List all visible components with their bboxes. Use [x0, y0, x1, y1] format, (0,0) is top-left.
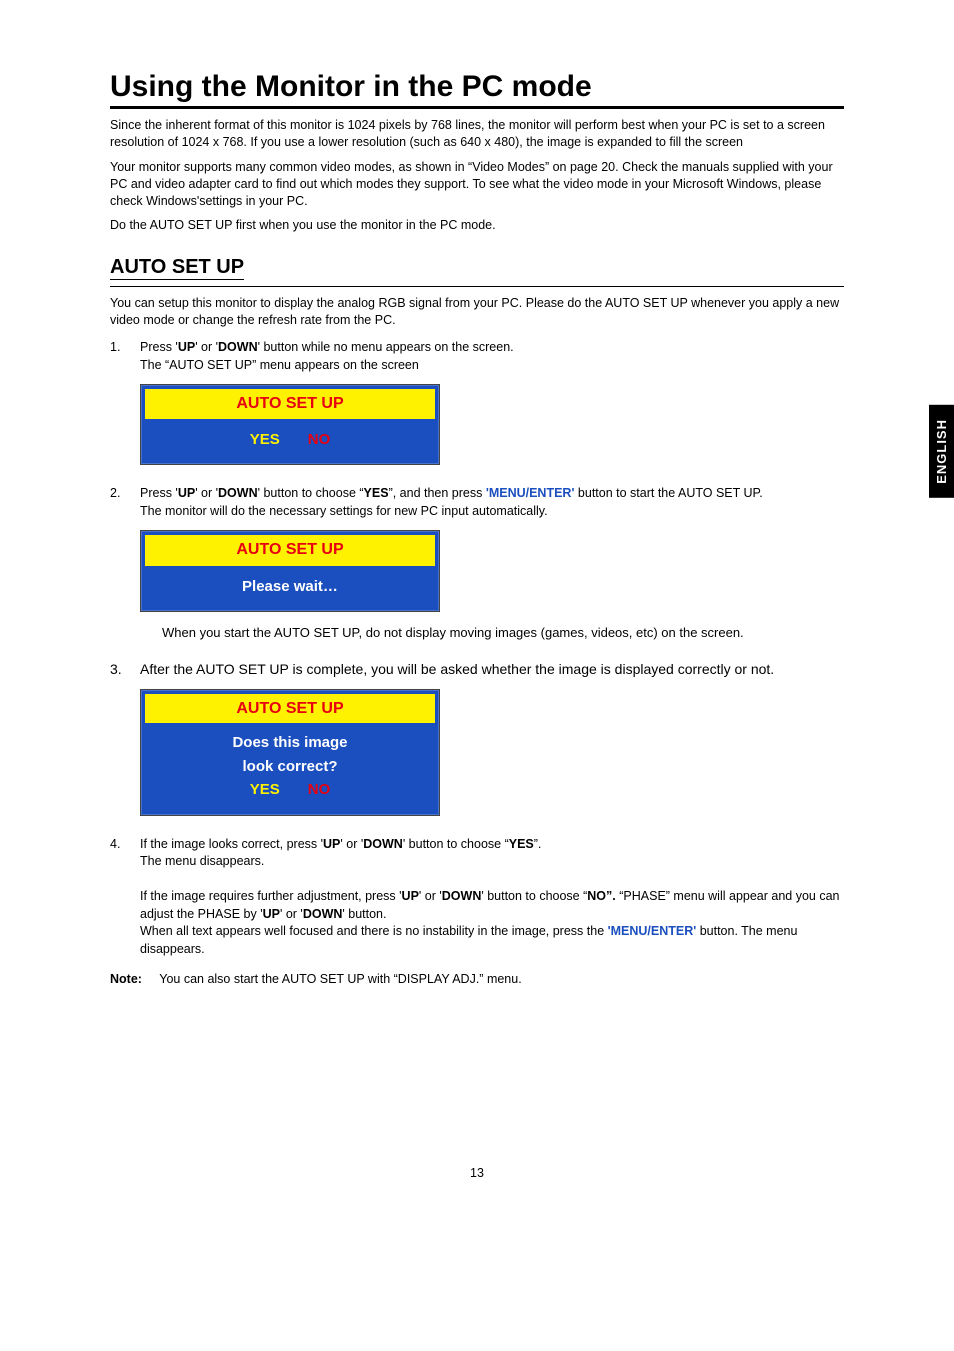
osd-wait-text: Please wait…	[242, 578, 338, 595]
osd-title-row: AUTO SET UP	[145, 694, 435, 724]
step-2: 2. Press 'UP' or 'DOWN' button to choose…	[110, 485, 844, 650]
step-number: 4.	[110, 836, 140, 959]
step-3: 3. After the AUTO SET UP is complete, yo…	[110, 660, 844, 826]
intro-p1: Since the inherent format of this monito…	[110, 117, 844, 151]
note-label: Note:	[110, 972, 156, 986]
step-4: 4. If the image looks correct, press 'UP…	[110, 836, 844, 959]
page-title: Using the Monitor in the PC mode	[110, 70, 844, 109]
step4-line3: If the image requires further adjustment…	[140, 889, 840, 921]
step-number: 1.	[110, 339, 140, 475]
step-number: 2.	[110, 485, 140, 650]
step1-text2: The “AUTO SET UP” menu appears on the sc…	[140, 358, 419, 372]
intro-p3: Do the AUTO SET UP first when you use th…	[110, 217, 844, 234]
section-intro: You can setup this monitor to display th…	[110, 295, 844, 329]
step-number: 3.	[110, 660, 140, 826]
osd-wait-dialog: AUTO SET UP Please wait…	[140, 530, 440, 611]
step1-text: Press 'UP' or 'DOWN' button while no men…	[140, 340, 514, 354]
step3-text: After the AUTO SET UP is complete, you w…	[140, 661, 774, 677]
osd-yes-option[interactable]: YES	[250, 429, 280, 450]
osd-title: AUTO SET UP	[236, 700, 343, 717]
step4-line4: When all text appears well focused and t…	[140, 924, 797, 956]
osd-title: AUTO SET UP	[236, 541, 343, 558]
osd-title-row: AUTO SET UP	[145, 535, 435, 565]
osd-title: AUTO SET UP	[236, 395, 343, 412]
step-1: 1. Press 'UP' or 'DOWN' button while no …	[110, 339, 844, 475]
osd-prompt-line1: Does this image	[145, 733, 435, 753]
osd-body: Does this image look correct? YES NO	[145, 727, 435, 810]
step4-line2: The menu disappears.	[140, 854, 264, 868]
osd-body: YES NO	[145, 423, 435, 460]
page-content: Using the Monitor in the PC mode Since t…	[0, 0, 954, 1220]
section-heading: AUTO SET UP	[110, 256, 244, 280]
osd-no-option[interactable]: NO	[308, 780, 331, 800]
osd-no-option[interactable]: NO	[308, 429, 331, 450]
osd-correct-dialog: AUTO SET UP Does this image look correct…	[140, 689, 440, 816]
intro-block: Since the inherent format of this monito…	[110, 117, 844, 234]
intro-p2: Your monitor supports many common video …	[110, 159, 844, 210]
step4-line1: If the image looks correct, press 'UP' o…	[140, 837, 541, 851]
osd-confirm-dialog: AUTO SET UP YES NO	[140, 384, 440, 465]
osd-yes-option[interactable]: YES	[250, 780, 280, 800]
note-line: Note: You can also start the AUTO SET UP…	[110, 972, 844, 986]
step2-text2: The monitor will do the necessary settin…	[140, 504, 548, 518]
osd-title-row: AUTO SET UP	[145, 389, 435, 419]
step2-subnote: When you start the AUTO SET UP, do not d…	[162, 624, 844, 642]
note-text: You can also start the AUTO SET UP with …	[159, 972, 521, 986]
osd-body: Please wait…	[145, 570, 435, 607]
page-number: 13	[110, 1166, 844, 1180]
osd-prompt-line2: look correct?	[145, 757, 435, 777]
step2-text: Press 'UP' or 'DOWN' button to choose “Y…	[140, 486, 763, 500]
